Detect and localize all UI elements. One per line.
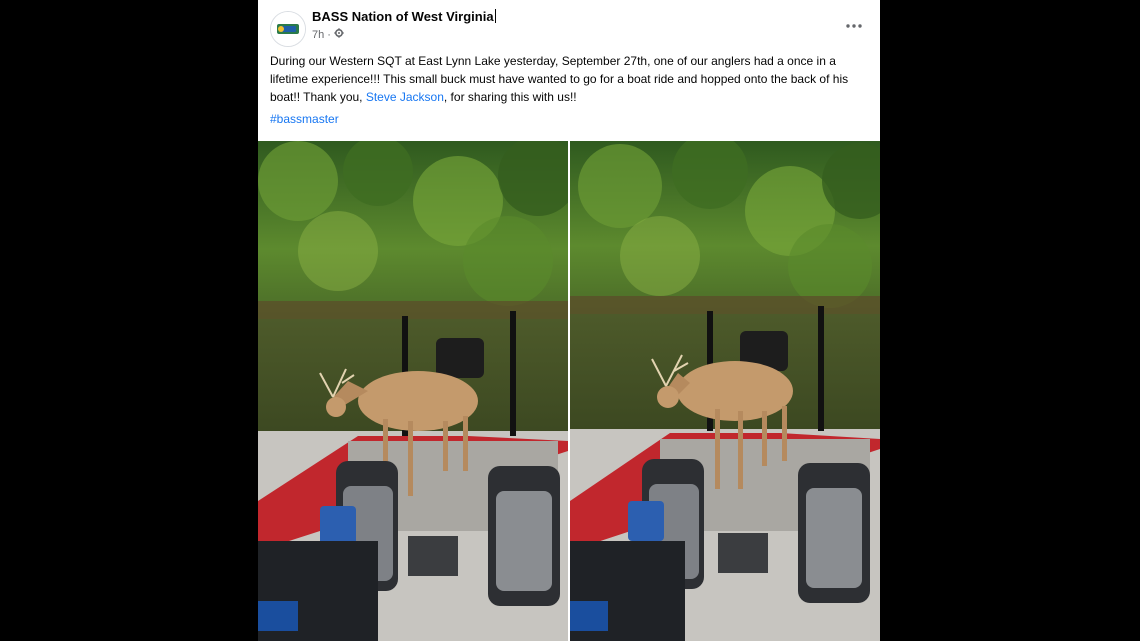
post-meta: 7h · xyxy=(312,28,344,41)
page-name[interactable]: BASS Nation of West Virginia xyxy=(312,9,496,24)
post-header: BASS Nation of West Virginia 7h · xyxy=(258,0,880,50)
page-name-text[interactable]: BASS Nation of West Virginia xyxy=(312,9,494,24)
post-photo-2[interactable] xyxy=(570,141,880,641)
more-options-button[interactable] xyxy=(842,12,866,36)
meta-separator: · xyxy=(327,28,331,41)
hashtag-link[interactable]: #bassmaster xyxy=(270,112,339,126)
facebook-post: BASS Nation of West Virginia 7h · During… xyxy=(258,0,880,641)
caption-text-2: , for sharing this with us!! xyxy=(443,90,577,104)
more-options-icon xyxy=(846,15,862,33)
text-cursor xyxy=(494,9,496,23)
mention-link[interactable]: Steve Jackson xyxy=(366,90,444,104)
photo-grid xyxy=(258,141,880,641)
post-caption: During our Western SQT at East Lynn Lake… xyxy=(270,52,868,106)
post-photo-1[interactable] xyxy=(258,141,568,641)
page-avatar[interactable] xyxy=(270,11,306,47)
post-timestamp[interactable]: 7h xyxy=(312,29,324,41)
gear-icon xyxy=(334,28,344,41)
